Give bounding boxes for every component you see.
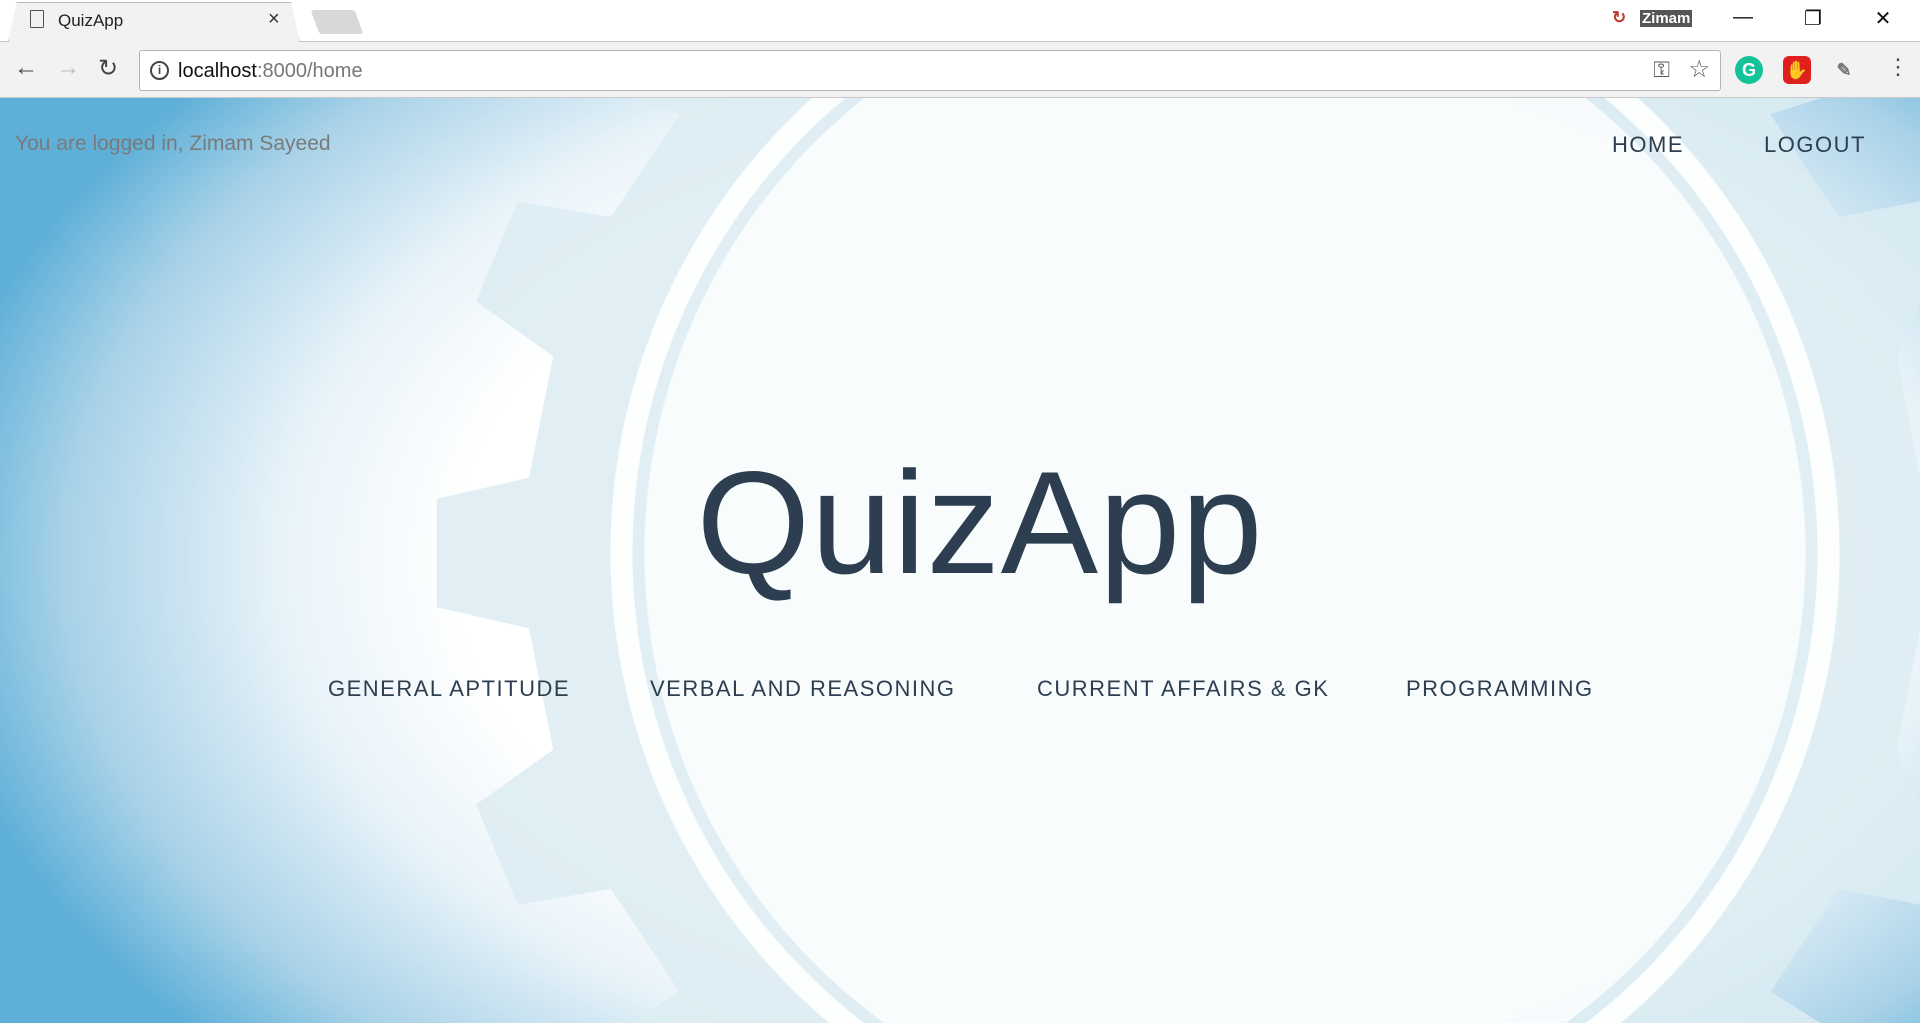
close-tab-icon[interactable]: × (268, 8, 280, 31)
toolbar: ← → ↻ i localhost:8000/home ⚿ ☆ G ✋ ✎ ⋮ (0, 42, 1920, 98)
tab-quizapp[interactable] (8, 2, 300, 42)
sync-error-icon: ↻ (1612, 8, 1627, 27)
address-bar[interactable]: i localhost:8000/home ⚿ ☆ (139, 50, 1721, 91)
key-icon[interactable]: ⚿ (1653, 57, 1670, 83)
url-path: :8000/home (256, 60, 363, 82)
menu-icon[interactable]: ⋮ (1887, 54, 1909, 80)
url-host: localhost (178, 60, 257, 82)
new-tab-button[interactable] (310, 10, 364, 34)
nav-home[interactable]: HOME (1612, 132, 1684, 158)
page-title: QuizApp (696, 441, 1264, 604)
star-icon[interactable]: ☆ (1688, 55, 1710, 84)
category-programming[interactable]: PROGRAMMING (1406, 676, 1594, 702)
close-window-icon[interactable]: ✕ (1863, 6, 1903, 31)
info-icon[interactable]: i (150, 61, 169, 80)
login-status: You are logged in, Zimam Sayeed (15, 132, 331, 155)
category-current-affairs[interactable]: CURRENT AFFAIRS & GK (1037, 676, 1329, 702)
tab-bar: QuizApp × ↻ Zimam — ❐ ✕ (0, 0, 1920, 42)
forward-icon[interactable]: → (56, 54, 80, 82)
back-icon[interactable]: ← (14, 54, 38, 82)
adblock-icon[interactable]: ✋ (1783, 56, 1811, 84)
grammarly-icon[interactable]: G (1735, 56, 1763, 84)
profile-name[interactable]: Zimam (1640, 10, 1693, 27)
category-verbal-reasoning[interactable]: VERBAL AND REASONING (650, 676, 955, 702)
page-content: You are logged in, Zimam Sayeed HOME LOG… (0, 98, 1920, 1023)
page-icon (30, 10, 44, 28)
reload-icon[interactable]: ↻ (98, 54, 118, 83)
restore-icon[interactable]: ❐ (1793, 6, 1833, 31)
category-general-aptitude[interactable]: GENERAL APTITUDE (328, 676, 570, 702)
nav-logout[interactable]: LOGOUT (1764, 132, 1866, 158)
minimize-icon[interactable]: — (1723, 6, 1763, 29)
tab-title: QuizApp (58, 11, 124, 30)
eyedropper-icon[interactable]: ✎ (1830, 56, 1858, 84)
